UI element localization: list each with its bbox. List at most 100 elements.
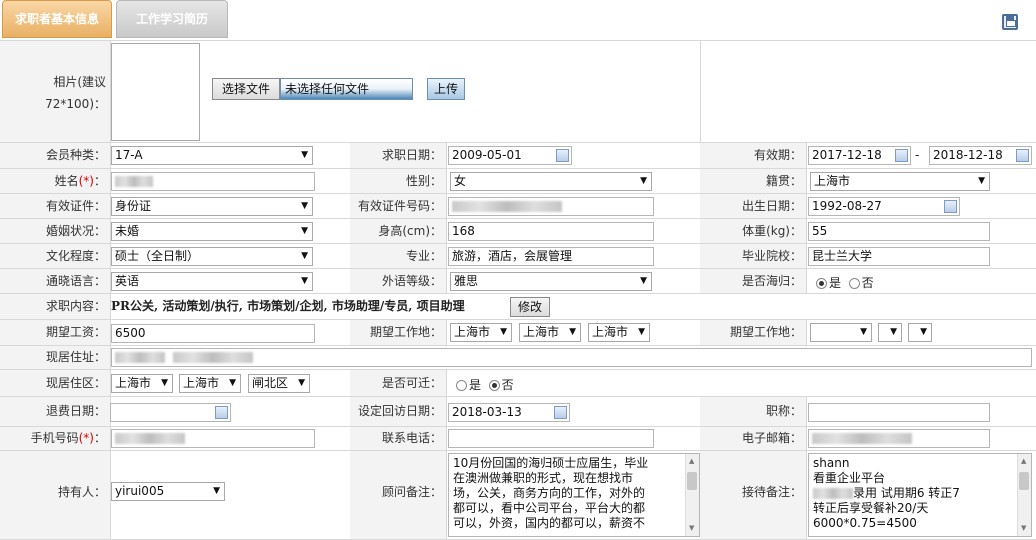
relocate-no-radio[interactable] xyxy=(488,380,500,391)
apply-date-input[interactable]: 2009-05-01 xyxy=(448,146,572,165)
row-language: 通晓语言： 英语 ▼ 外语等级： 雅思 ▼ 是否海归： 是 否 xyxy=(0,268,1036,293)
mobile-input[interactable] xyxy=(111,429,315,448)
validity-start-input[interactable]: 2017-12-18 xyxy=(808,146,911,165)
chevron-down-icon: ▼ xyxy=(301,251,308,261)
validity-end-input[interactable]: 2018-12-18 xyxy=(929,146,1032,165)
phone-input[interactable] xyxy=(448,429,654,448)
work-place-1-district[interactable]: 上海市 ▼ xyxy=(588,323,650,342)
district-province[interactable]: 上海市 ▼ xyxy=(111,374,173,393)
photo-label: 相片(建议72*100)： xyxy=(0,41,110,142)
relocate-radio-group: 是 否 xyxy=(456,376,514,393)
work-place-2-label: 期望工作地： xyxy=(700,320,806,345)
birth-label: 出生日期： xyxy=(700,194,806,218)
calendar-icon[interactable] xyxy=(215,406,228,419)
foreign-level-select[interactable]: 雅思 ▼ xyxy=(450,272,652,291)
mobile-label: 手机号码(*)： xyxy=(0,427,110,450)
native-label: 籍贯： xyxy=(700,169,806,193)
tab-work-study-resume[interactable]: 工作学习简历 xyxy=(116,0,228,38)
calendar-icon[interactable] xyxy=(895,149,908,162)
phone-label: 联系电话： xyxy=(350,427,446,450)
height-input[interactable]: 168 xyxy=(448,222,654,241)
calendar-icon[interactable] xyxy=(556,149,569,162)
district-city[interactable]: 上海市 ▼ xyxy=(179,374,241,393)
chevron-down-icon: ▼ xyxy=(301,276,308,286)
refund-label: 退费日期： xyxy=(0,397,110,426)
language-select[interactable]: 英语 ▼ xyxy=(111,272,313,291)
education-label: 文化程度： xyxy=(0,244,110,268)
row-job-content: 求职内容： PR公关, 活动策划/执行, 市场策划/企划, 市场助理/专员, 项… xyxy=(0,293,1036,319)
major-label: 专业： xyxy=(350,244,446,268)
id-number-label: 有效证件号码： xyxy=(350,194,446,218)
scrollbar-thumb[interactable] xyxy=(1019,472,1029,490)
email-label: 电子邮箱： xyxy=(700,427,806,450)
scrollbar[interactable] xyxy=(1017,454,1031,536)
id-type-select[interactable]: 身份证 ▼ xyxy=(111,197,313,216)
edit-job-content-button[interactable]: 修改 xyxy=(510,297,550,317)
returnee-yes-radio[interactable] xyxy=(816,278,827,289)
major-input[interactable]: 旅游，酒店，会展管理 xyxy=(448,247,654,266)
work-place-1-city[interactable]: 上海市 ▼ xyxy=(519,323,581,342)
reception-note-textarea[interactable]: shann 看重企业平台 录用 试用期6 转正7 转正后享受餐补20/天 600… xyxy=(808,453,1032,537)
address-input[interactable] xyxy=(111,348,1032,367)
calendar-icon[interactable] xyxy=(554,406,567,419)
relocate-yes-radio[interactable] xyxy=(456,380,467,391)
row-address: 现居住址： xyxy=(0,345,1036,369)
marital-select[interactable]: 未婚 ▼ xyxy=(111,222,313,241)
chevron-down-icon: ▼ xyxy=(978,176,985,186)
district-district[interactable]: 闸北区 ▼ xyxy=(248,374,310,393)
gender-select[interactable]: 女 ▼ xyxy=(450,172,652,191)
tab-basic-info[interactable]: 求职者基本信息 xyxy=(2,0,112,38)
returnee-no-radio[interactable] xyxy=(848,278,860,289)
salary-input[interactable]: 6500 xyxy=(111,324,315,343)
returnee-label: 是否海归： xyxy=(700,269,806,293)
photo-preview xyxy=(111,43,200,141)
calendar-icon[interactable] xyxy=(1016,149,1029,162)
chevron-down-icon: ▼ xyxy=(301,226,308,236)
upload-button[interactable]: 上传 xyxy=(427,78,465,100)
work-place-2-district[interactable]: ▼ xyxy=(908,323,932,342)
chevron-down-icon: ▼ xyxy=(638,327,645,337)
education-select[interactable]: 硕士（全日制） ▼ xyxy=(111,247,313,266)
work-place-2-province[interactable]: ▼ xyxy=(810,323,872,342)
scrollbar-thumb[interactable] xyxy=(687,472,697,490)
validity-separator: - xyxy=(915,148,920,162)
refund-date-input[interactable] xyxy=(110,403,231,422)
height-label: 身高(cm)： xyxy=(350,219,446,243)
chevron-down-icon: ▼ xyxy=(640,176,647,186)
native-select[interactable]: 上海市 ▼ xyxy=(810,172,990,191)
member-type-select[interactable]: 17-A ▼ xyxy=(111,146,313,165)
validity-label: 有效期： xyxy=(700,143,806,168)
save-icon[interactable] xyxy=(1002,14,1018,30)
choose-file-button[interactable]: 选择文件 xyxy=(212,78,280,100)
calendar-icon[interactable] xyxy=(944,200,957,213)
chevron-down-icon: ▼ xyxy=(640,276,647,286)
owner-select[interactable]: yirui005 ▼ xyxy=(111,482,225,501)
returnee-radio-group: 是 否 xyxy=(816,274,874,291)
name-input[interactable] xyxy=(111,172,315,191)
birth-input[interactable]: 1992-08-27 xyxy=(808,197,960,216)
member-type-label: 会员种类： xyxy=(0,143,110,168)
address-label: 现居住址： xyxy=(0,346,110,369)
row-name: 姓名(*)： 性别： 女 ▼ 籍贯： 上海市 ▼ xyxy=(0,168,1036,193)
row-id: 有效证件： 身份证 ▼ 有效证件号码： 出生日期： 1992-08-27 xyxy=(0,193,1036,218)
visit-date-input[interactable]: 2018-03-13 xyxy=(448,403,570,422)
row-education: 文化程度： 硕士（全日制） ▼ 专业： 旅游，酒店，会展管理 毕业院校： 昆士兰大… xyxy=(0,243,1036,268)
id-number-input[interactable] xyxy=(448,197,654,216)
consultant-note-textarea[interactable]: 10月份回国的海归硕士应届生，毕业 在澳洲做兼职的形式，现在想找市 场，公关，商… xyxy=(448,453,700,537)
job-title-input[interactable] xyxy=(808,403,990,422)
apply-date-label: 求职日期： xyxy=(350,143,446,168)
email-input[interactable] xyxy=(808,429,990,448)
chevron-down-icon: ▼ xyxy=(920,327,927,337)
visit-date-label: 设定回访日期： xyxy=(350,397,446,426)
work-place-2-city[interactable]: ▼ xyxy=(878,323,902,342)
weight-label: 体重(kg)： xyxy=(700,219,806,243)
scrollbar[interactable] xyxy=(685,454,699,536)
chevron-down-icon: ▼ xyxy=(161,378,168,388)
weight-input[interactable]: 55 xyxy=(808,222,990,241)
chevron-down-icon: ▼ xyxy=(860,327,867,337)
work-place-1-province[interactable]: 上海市 ▼ xyxy=(450,323,512,342)
salary-label: 期望工资： xyxy=(0,320,110,345)
school-input[interactable]: 昆士兰大学 xyxy=(808,247,990,266)
row-notes: 持有人： yirui005 ▼ 顾问备注： 10月份回国的海归硕士应届生，毕业 在… xyxy=(0,450,1036,540)
row-salary: 期望工资： 6500 期望工作地： 上海市 ▼ 上海市 ▼ 上海市 ▼ 期望工作地： … xyxy=(0,319,1036,345)
